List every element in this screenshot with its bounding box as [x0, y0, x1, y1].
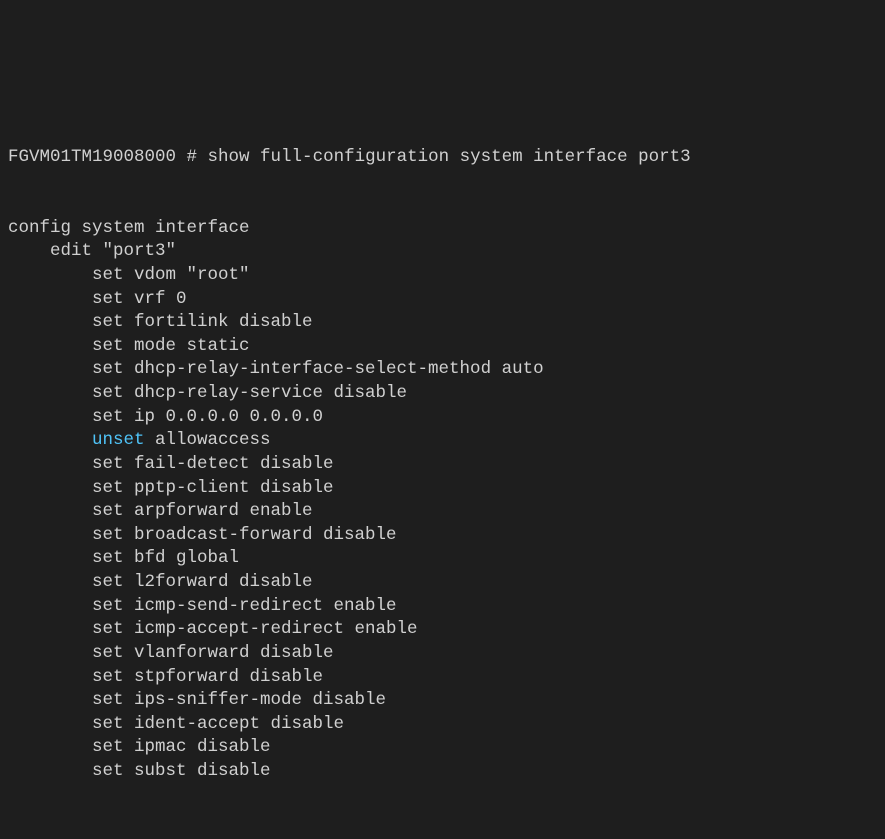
config-line: set pptp-client disable [8, 477, 877, 501]
config-line: set subst disable [8, 760, 877, 784]
config-line: set icmp-accept-redirect enable [8, 618, 877, 642]
config-line: set mode static [8, 335, 877, 359]
config-line: set fortilink disable [8, 311, 877, 335]
entered-command: show full-configuration system interface… [208, 147, 691, 167]
config-line: set dhcp-relay-interface-select-method a… [8, 358, 877, 382]
config-line: set l2forward disable [8, 571, 877, 595]
config-line: set ips-sniffer-mode disable [8, 689, 877, 713]
prompt-line: FGVM01TM19008000 # show full-configurati… [8, 146, 877, 170]
config-line: set ident-accept disable [8, 713, 877, 737]
config-line: set vrf 0 [8, 288, 877, 312]
config-line: set broadcast-forward disable [8, 524, 877, 548]
config-line: set arpforward enable [8, 500, 877, 524]
config-line: set bfd global [8, 547, 877, 571]
config-output: config system interfaceedit "port3"set v… [8, 217, 877, 784]
config-line: set dhcp-relay-service disable [8, 382, 877, 406]
config-text: allowaccess [145, 430, 271, 450]
config-line: unset allowaccess [8, 429, 877, 453]
config-line: set ipmac disable [8, 736, 877, 760]
config-line: set vlanforward disable [8, 642, 877, 666]
unset-keyword: unset [92, 430, 145, 450]
prompt-separator: # [176, 147, 208, 167]
hostname: FGVM01TM19008000 [8, 147, 176, 167]
config-line: set ip 0.0.0.0 0.0.0.0 [8, 406, 877, 430]
config-line: config system interface [8, 217, 877, 241]
config-line: set stpforward disable [8, 666, 877, 690]
config-line: set fail-detect disable [8, 453, 877, 477]
terminal-output: FGVM01TM19008000 # show full-configurati… [8, 99, 877, 721]
config-line: set icmp-send-redirect enable [8, 595, 877, 619]
config-line: set vdom "root" [8, 264, 877, 288]
config-line: edit "port3" [8, 240, 877, 264]
